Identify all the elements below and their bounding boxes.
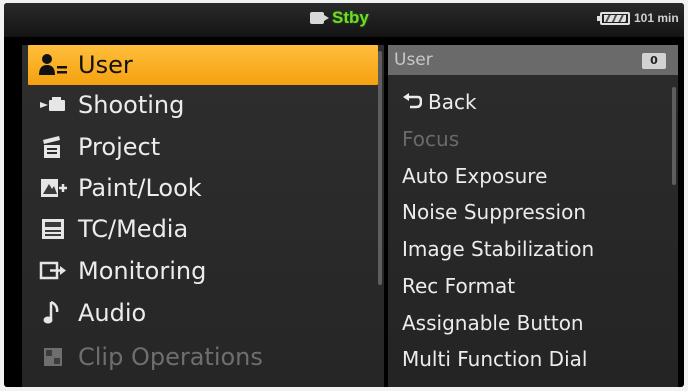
submenu-panel: User 0 Back Focus Auto Exposure Noise Su… xyxy=(388,45,678,387)
submenu-item-label: Rec Format xyxy=(402,274,516,298)
submenu-item-multi-function-dial[interactable]: Multi Function Dial xyxy=(402,344,587,374)
submenu-item-noise-suppression[interactable]: Noise Suppression xyxy=(402,197,586,227)
menu-item-label: Monitoring xyxy=(78,257,207,285)
camera-icon xyxy=(310,12,329,24)
user-icon xyxy=(36,51,70,79)
menu-item-label: User xyxy=(78,51,133,79)
music-note-icon xyxy=(36,299,70,327)
clapperboard-icon xyxy=(36,133,70,161)
back-arrow-icon xyxy=(402,93,422,111)
menu-item-clip-operations[interactable]: Clip Operations xyxy=(28,337,378,377)
paint-icon xyxy=(36,174,70,202)
submenu-header: User 0 xyxy=(388,45,678,75)
menu-item-shooting[interactable]: Shooting xyxy=(28,85,378,125)
menu-item-audio[interactable]: Audio xyxy=(28,293,378,333)
main-menu-scrollbar[interactable] xyxy=(378,51,382,285)
submenu-item-label: Auto Exposure xyxy=(402,164,548,188)
menu-item-label: TC/Media xyxy=(78,215,189,243)
submenu-scrollbar[interactable] xyxy=(672,87,676,185)
menu-item-paint-look[interactable]: Paint/Look xyxy=(28,168,378,208)
menu-item-label: Clip Operations xyxy=(78,343,263,371)
recording-status: Stby xyxy=(310,8,369,28)
monitor-output-icon xyxy=(36,257,70,285)
battery-icon xyxy=(597,11,630,25)
submenu-item-rec-format[interactable]: Rec Format xyxy=(402,271,515,301)
menu-item-monitoring[interactable]: Monitoring xyxy=(28,251,378,291)
submenu-item-image-stabilization[interactable]: Image Stabilization xyxy=(402,234,594,264)
battery-indicator: 101 min xyxy=(597,11,679,25)
submenu-item-label: Noise Suppression xyxy=(402,200,586,224)
menu-item-label: Paint/Look xyxy=(78,174,202,202)
menu-item-tc-media[interactable]: TC/Media xyxy=(28,209,378,249)
menu-item-project[interactable]: Project xyxy=(28,127,378,167)
submenu-item-assignable-button[interactable]: Assignable Button xyxy=(402,308,584,338)
menu-item-label: Project xyxy=(78,133,161,161)
menu-item-user[interactable]: User xyxy=(28,45,378,85)
status-bar: Stby 101 min xyxy=(4,3,684,37)
back-button[interactable]: Back xyxy=(402,87,477,117)
submenu-item-auto-exposure[interactable]: Auto Exposure xyxy=(402,161,547,191)
back-label: Back xyxy=(428,90,477,114)
submenu-item-label: Image Stabilization xyxy=(402,237,595,261)
camera-lcd-screen: Stby 101 min User Shooting Project Paint… xyxy=(4,3,684,387)
tc-media-icon xyxy=(36,215,70,243)
battery-remaining: 101 min xyxy=(634,11,679,25)
menu-item-label: Audio xyxy=(78,299,147,327)
submenu-item-label: Assignable Button xyxy=(402,311,584,335)
page-indicator: 0 xyxy=(642,53,666,69)
clip-grid-icon xyxy=(36,343,70,371)
camera-record-icon xyxy=(36,91,70,119)
menu-item-label: Shooting xyxy=(78,91,185,119)
submenu-item-label: Focus xyxy=(402,127,460,151)
submenu-item-label: Multi Function Dial xyxy=(402,347,588,371)
submenu-item-focus[interactable]: Focus xyxy=(402,124,459,154)
submenu-title: User xyxy=(394,50,433,70)
status-text: Stby xyxy=(332,8,369,27)
main-menu-panel: User Shooting Project Paint/Look TC/Medi… xyxy=(22,45,384,387)
